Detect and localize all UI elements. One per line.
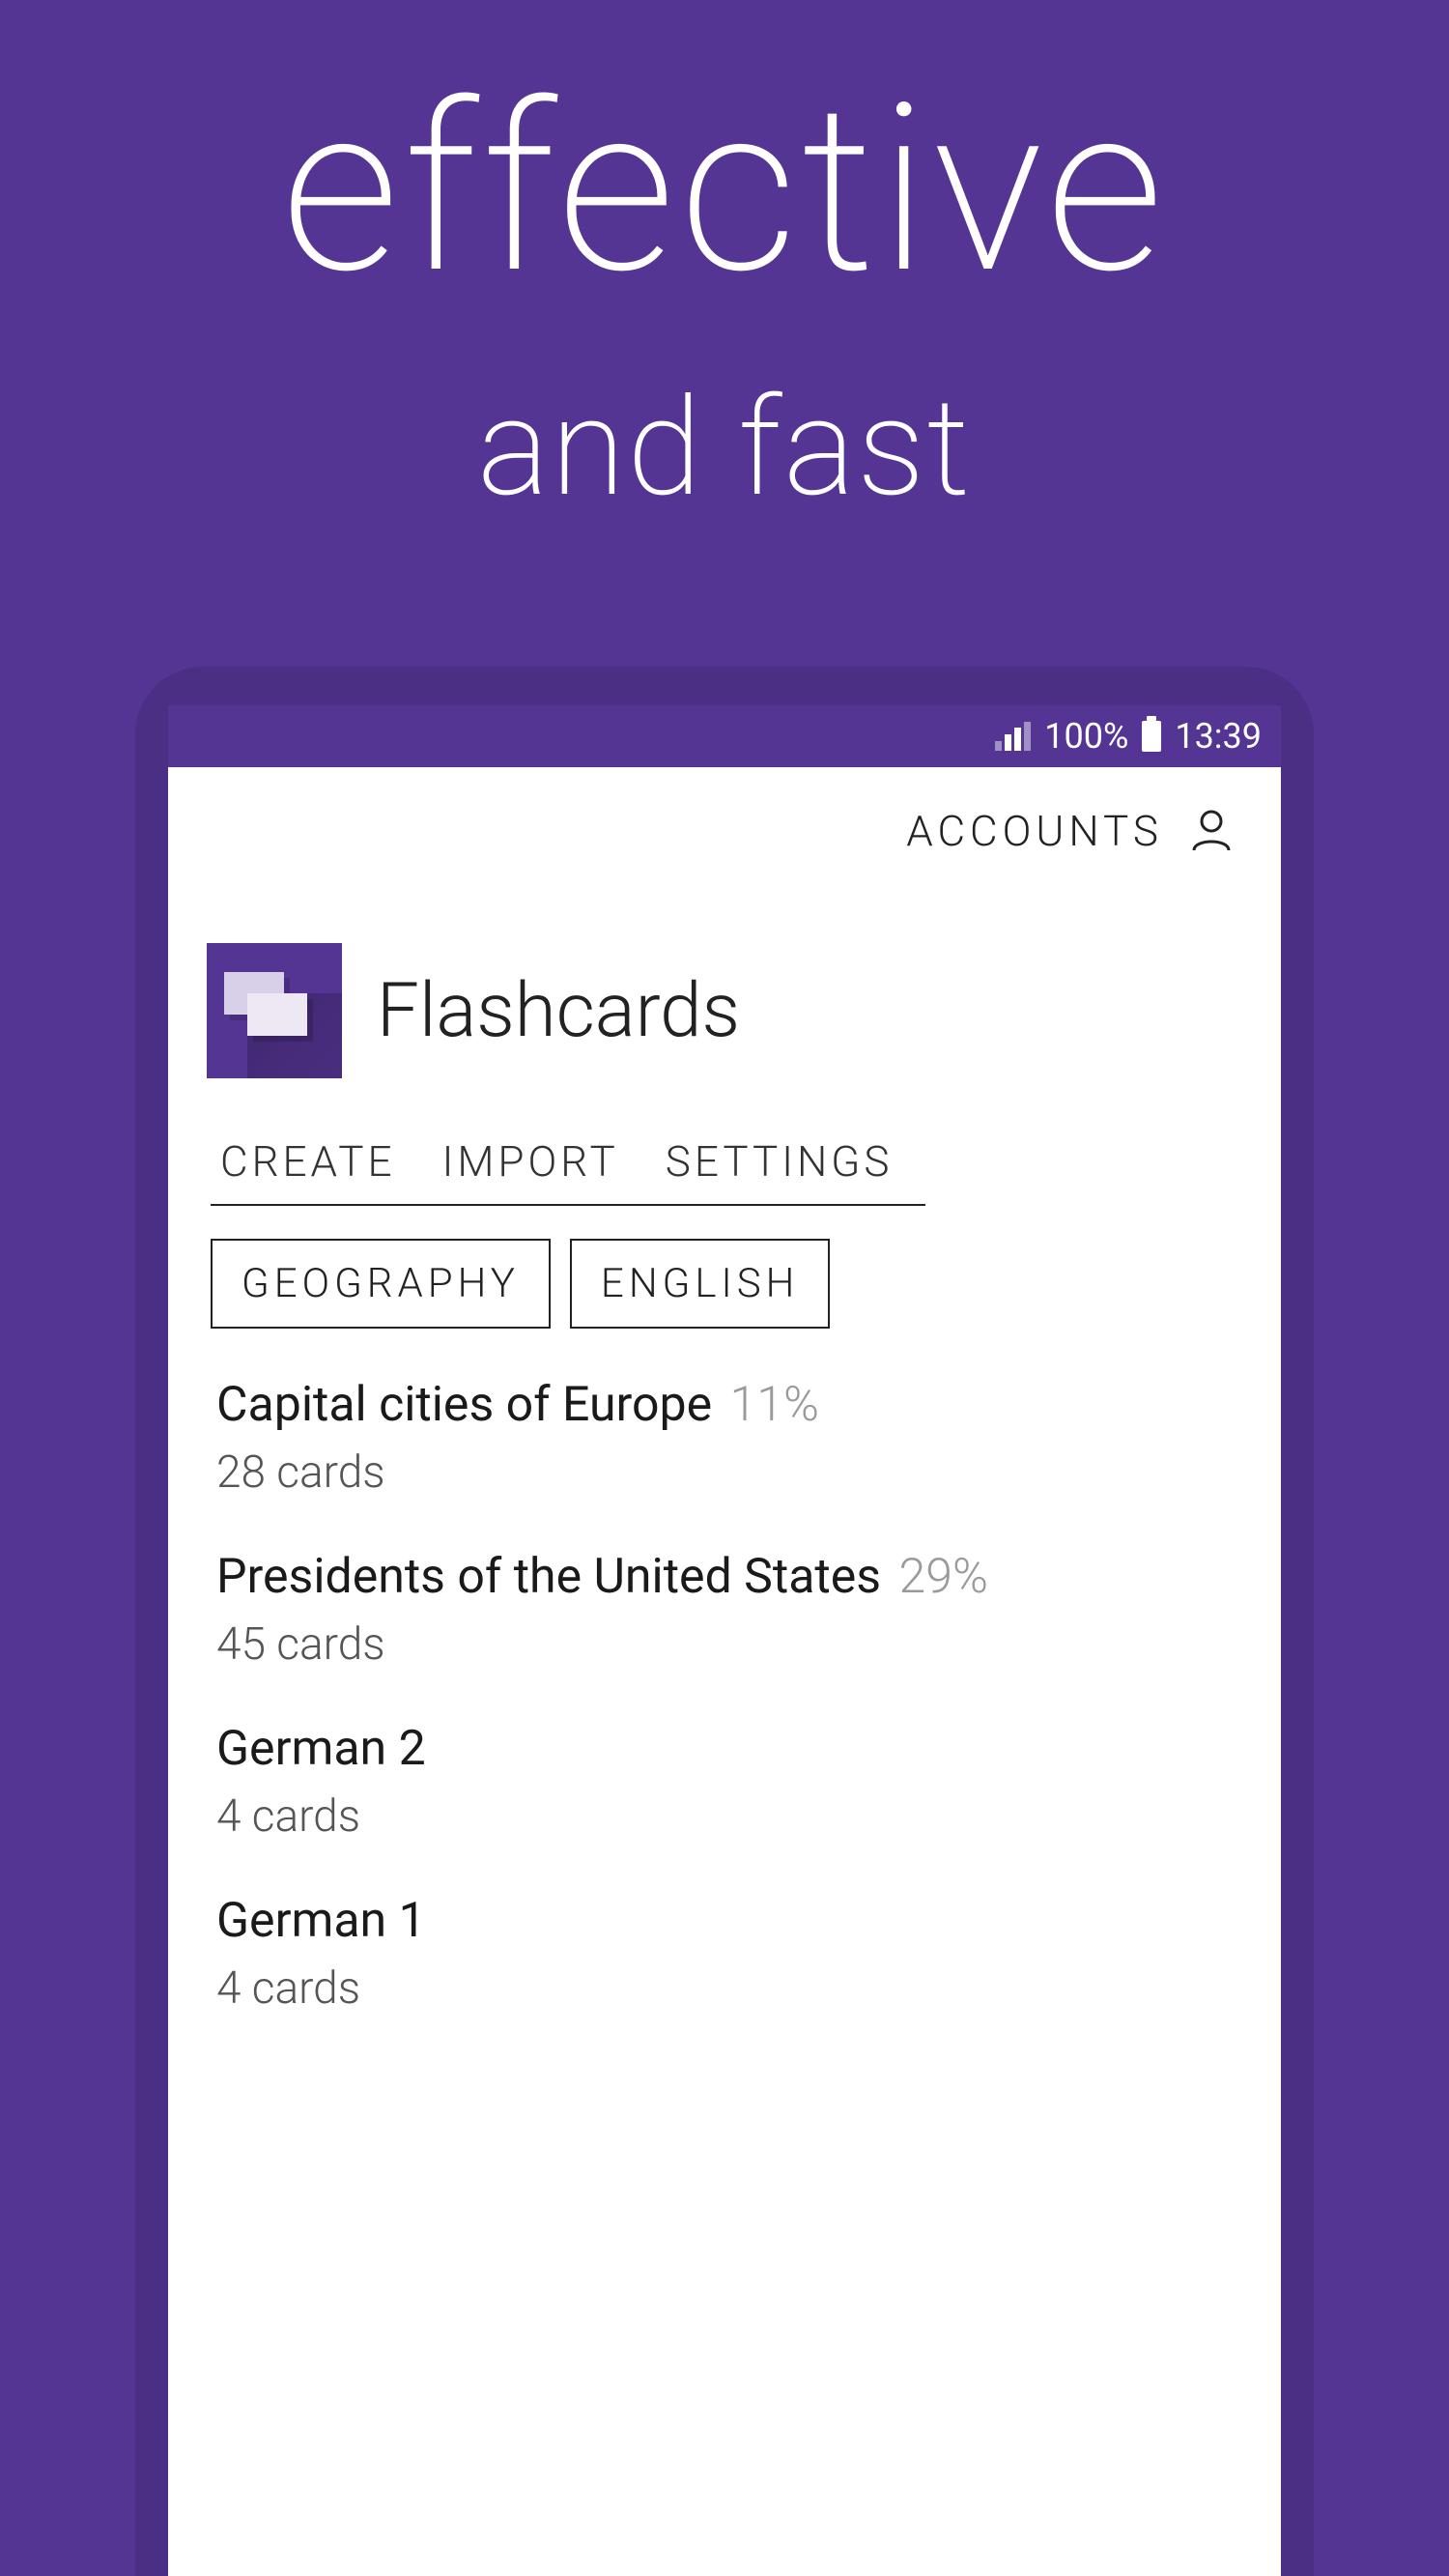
chip-english[interactable]: ENGLISH xyxy=(570,1239,830,1329)
top-bar: ACCOUNTS xyxy=(168,767,1281,875)
deck-item[interactable]: German 1 4 cards xyxy=(216,1893,1233,2015)
status-bar: 100% 13:39 xyxy=(168,705,1281,767)
signal-icon xyxy=(995,722,1031,751)
app-title-row: Flashcards xyxy=(168,875,1281,1117)
app-title: Flashcards xyxy=(377,967,740,1055)
import-button[interactable]: IMPORT xyxy=(442,1136,619,1187)
accounts-button[interactable]: ACCOUNTS xyxy=(906,806,1163,856)
deck-title: Capital cities of Europe xyxy=(216,1377,712,1433)
create-button[interactable]: CREATE xyxy=(220,1136,396,1187)
deck-item[interactable]: Presidents of the United States 29% 45 c… xyxy=(216,1549,1233,1671)
deck-title: Presidents of the United States xyxy=(216,1549,881,1605)
deck-title: German 1 xyxy=(216,1893,426,1949)
deck-count: 28 cards xyxy=(216,1446,1233,1499)
deck-percent: 11% xyxy=(730,1377,819,1433)
status-time: 13:39 xyxy=(1175,716,1262,757)
deck-count: 45 cards xyxy=(216,1618,1233,1671)
deck-count: 4 cards xyxy=(216,1962,1233,2015)
app-logo-icon xyxy=(207,943,342,1078)
promo-heading: effective and fast xyxy=(0,0,1449,528)
deck-list: Capital cities of Europe 11% 28 cards Pr… xyxy=(168,1377,1281,2065)
deck-percent: 29% xyxy=(899,1549,988,1605)
action-tabs: CREATE IMPORT SETTINGS xyxy=(168,1117,1281,1204)
chip-geography[interactable]: GEOGRAPHY xyxy=(211,1239,551,1329)
deck-item[interactable]: German 2 4 cards xyxy=(216,1721,1233,1843)
promo-line-1: effective xyxy=(0,68,1449,311)
deck-count: 4 cards xyxy=(216,1790,1233,1843)
battery-percent: 100% xyxy=(1044,716,1128,757)
promo-line-2: and fast xyxy=(0,369,1449,528)
phone-screen: 100% 13:39 ACCOUNTS Flashcards CREATE IM… xyxy=(168,705,1281,2576)
deck-item[interactable]: Capital cities of Europe 11% 28 cards xyxy=(216,1377,1233,1499)
divider xyxy=(211,1204,925,1206)
phone-frame: 100% 13:39 ACCOUNTS Flashcards CREATE IM… xyxy=(135,667,1314,2576)
user-icon[interactable] xyxy=(1188,806,1235,856)
settings-button[interactable]: SETTINGS xyxy=(666,1136,894,1187)
category-chips: GEOGRAPHY ENGLISH xyxy=(168,1239,1281,1377)
deck-title: German 2 xyxy=(216,1721,426,1777)
battery-icon xyxy=(1142,721,1161,752)
